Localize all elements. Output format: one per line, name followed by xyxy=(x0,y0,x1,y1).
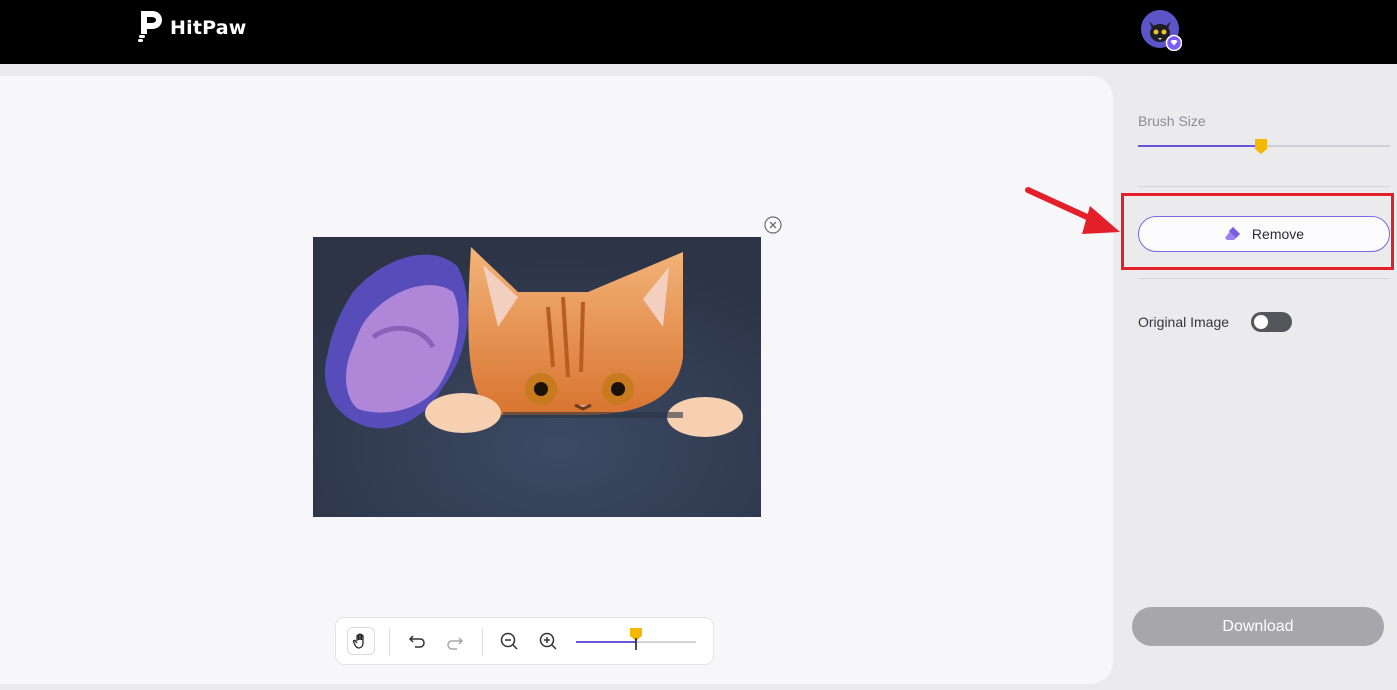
hand-pan-icon xyxy=(352,633,364,649)
zoom-out-icon xyxy=(500,632,518,650)
zoom-in-icon xyxy=(539,632,557,650)
hitpaw-logo-icon xyxy=(138,11,162,42)
settings-sidebar: Brush Size Remove Original Image Downloa… xyxy=(1113,64,1397,690)
divider xyxy=(1138,186,1390,187)
brush-size-label: Brush Size xyxy=(1138,113,1206,129)
toolbar-divider xyxy=(389,628,390,656)
toggle-knob xyxy=(1254,315,1268,329)
original-image-toggle[interactable] xyxy=(1251,312,1292,332)
zoom-slider-fill xyxy=(576,641,636,643)
zoom-slider[interactable] xyxy=(576,628,696,650)
red-arrow-icon xyxy=(1025,187,1120,234)
divider xyxy=(1138,278,1390,279)
canvas-toolbar xyxy=(335,617,714,665)
toolbar-divider xyxy=(482,628,483,656)
top-bar: HitPaw xyxy=(0,0,1397,64)
download-button[interactable]: Download xyxy=(1132,607,1384,646)
hand-pan-button[interactable] xyxy=(347,627,375,655)
redo-button[interactable] xyxy=(444,632,466,654)
undo-button[interactable] xyxy=(406,630,428,652)
redo-icon xyxy=(447,637,464,650)
cat-avatar-icon[interactable] xyxy=(1140,9,1183,52)
brush-size-slider[interactable] xyxy=(1138,139,1390,154)
close-circle-icon[interactable] xyxy=(764,216,782,234)
zoom-slider-thumb[interactable] xyxy=(630,628,642,650)
brush-size-thumb[interactable] xyxy=(1255,139,1268,155)
zoom-out-button[interactable] xyxy=(498,630,520,652)
hitpaw-logo[interactable]: HitPaw xyxy=(136,8,247,44)
remove-highlight-box xyxy=(1121,193,1394,270)
brand-name: HitPaw xyxy=(170,17,247,39)
brush-size-fill xyxy=(1138,145,1262,147)
original-image-label: Original Image xyxy=(1138,314,1230,330)
zoom-in-button[interactable] xyxy=(537,630,559,652)
undo-icon xyxy=(408,635,425,648)
cat-peeking-image[interactable] xyxy=(313,237,761,517)
